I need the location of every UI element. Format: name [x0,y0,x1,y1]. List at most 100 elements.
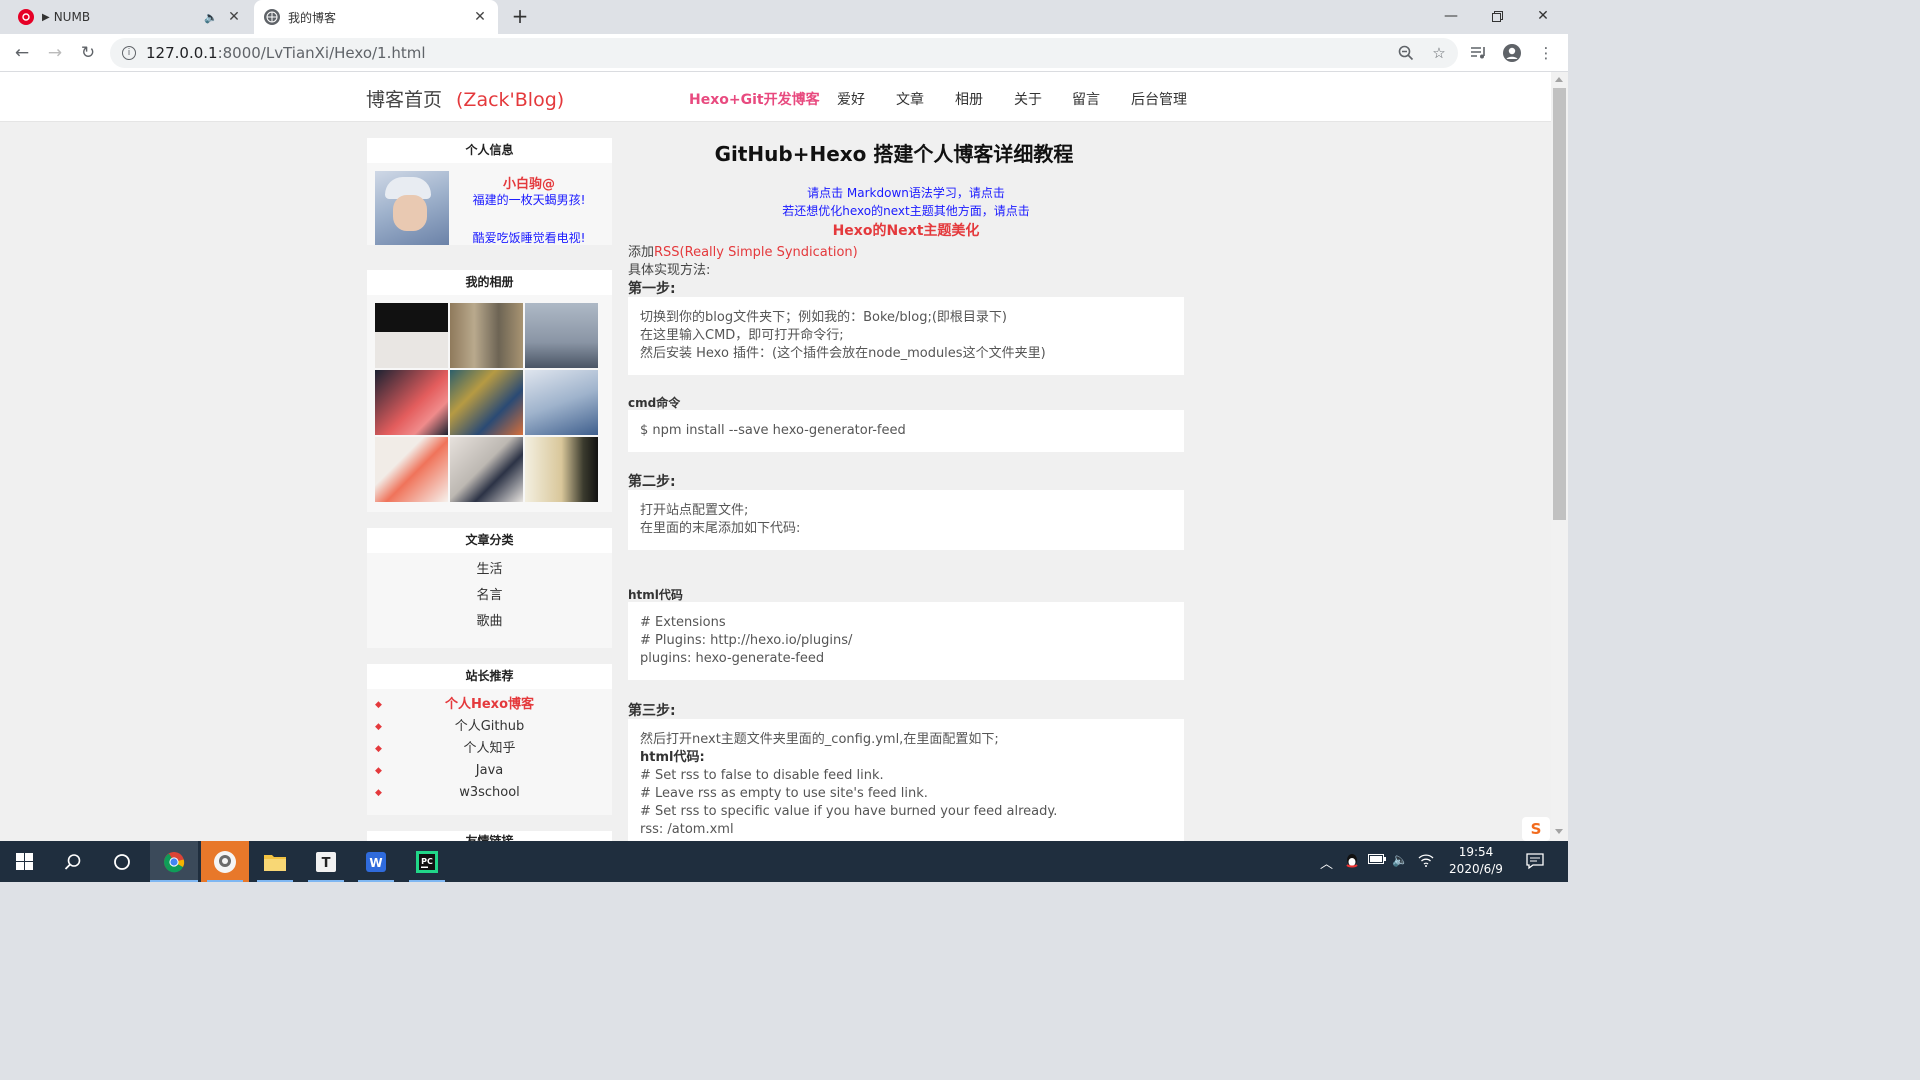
back-arrow-icon[interactable]: ← [9,40,35,66]
rss-link[interactable]: RSS(Really Simple Syndication) [654,245,858,260]
recommend-item[interactable]: ◆ 个人Github [367,716,612,738]
site-brand[interactable]: 博客首页 (Zack'Blog) [366,85,564,112]
menu-kebab-icon[interactable]: ⋮ [1536,43,1556,63]
new-tab-button[interactable]: + [508,5,532,29]
album-photo[interactable] [450,370,523,435]
close-window-button[interactable]: ✕ [1520,0,1566,32]
album-photo[interactable] [375,303,448,368]
close-icon[interactable]: ✕ [472,9,488,25]
markdown-link[interactable]: 请点击 Markdown语法学习，请点击 [628,184,1184,201]
tab-title: 我的博客 [288,10,337,25]
category-list: 生活 名言 歌曲 [367,553,612,635]
bullet-icon: ◆ [375,700,382,710]
task-view-icon[interactable] [98,841,146,882]
site-header: 博客首页 (Zack'Blog) Hexo+Git开发博客 爱好 文章 相册 关于… [0,72,1551,122]
method-line: 具体实现方法: [628,263,711,278]
recommend-label: Java [475,763,504,778]
address-bar[interactable]: i 127.0.0.1:8000/LvTianXi/Hexo/1.html [110,38,1458,68]
add-rss-line: 添加RSS(Really Simple Syndication) [628,241,858,260]
album-photo[interactable] [375,437,448,502]
scroll-up-icon[interactable] [1555,77,1563,82]
close-icon[interactable]: ✕ [226,9,242,25]
nav-message[interactable]: 留言 [1072,89,1100,109]
recommend-label: 个人Github [454,719,525,734]
album-photo[interactable] [450,303,523,368]
category-item[interactable]: 歌曲 [367,609,612,635]
site-info-icon[interactable]: i [122,46,136,60]
qq-icon[interactable] [1345,853,1359,873]
sogou-ime-icon[interactable]: S [1522,817,1550,841]
code-line: 然后打开next主题文件夹里面的_config.yml,在里面配置如下; [640,732,999,747]
profile-hobby: 酷爱吃饭睡觉看电视! [472,231,586,245]
cmd-label: cmd命令 [628,396,681,410]
next-theme-link[interactable]: Hexo的Next主题美化 [628,220,1184,240]
browser-toolbar: ← → ↻ i 127.0.0.1:8000/LvTianXi/Hexo/1.h… [0,34,1568,72]
windows-start-icon[interactable] [0,841,48,882]
scroll-down-icon[interactable] [1555,829,1563,834]
bookmark-star-icon[interactable]: ☆ [1429,43,1449,63]
html-box: # Extensions # Plugins: http://hexo.io/p… [628,602,1184,680]
links-card: 友情链接 [367,831,612,841]
zoom-icon[interactable] [1396,43,1416,63]
recommend-item[interactable]: ◆ 个人Hexo博客 [367,694,612,716]
category-card: 文章分类 生活 名言 歌曲 [367,528,612,648]
chrome-icon[interactable] [150,841,198,882]
globe-icon [264,9,280,25]
album-photo[interactable] [525,370,598,435]
album-photo[interactable] [450,437,523,502]
notification-icon[interactable] [1526,852,1544,874]
recommend-heading: 站长推荐 [367,664,612,689]
profile-body: 小白驹@ 福建的一枚天蝎男孩! 酷爱吃饭睡觉看电视! [367,163,612,245]
next-theme-link-text[interactable]: 若还想优化hexo的next主题其他方面，请点击 [628,202,1184,219]
brand-subtitle: (Zack'Blog) [456,89,565,111]
wifi-icon[interactable] [1418,853,1434,871]
profile-tagline: 福建的一枚天蝎男孩! [472,193,586,207]
links-heading: 友情链接 [367,831,612,841]
speaker-icon[interactable]: 🔈 [204,11,218,24]
restore-button[interactable] [1474,0,1520,32]
typora-icon[interactable]: T [302,841,350,882]
scrollbar-thumb[interactable] [1553,88,1566,520]
nav-about[interactable]: 关于 [1014,89,1042,109]
recommend-label: 个人Hexo博客 [444,697,534,712]
file-explorer-icon[interactable] [251,841,299,882]
search-icon[interactable] [49,841,97,882]
show-hidden-icons[interactable]: ︿ [1320,853,1333,872]
code-line: 然后安装 Hexo 插件：(这个插件会放在node_modules这个文件夹里) [640,346,1046,361]
code-line: # Plugins: http://hexo.io/plugins/ [640,633,853,648]
tab-numb[interactable]: ▶ NUMB 🔈 ✕ [8,0,252,34]
nav-articles[interactable]: 文章 [896,89,924,109]
recommend-item[interactable]: ◆ w3school [367,782,612,804]
category-heading: 文章分类 [367,528,612,553]
minimize-button[interactable]: — [1428,0,1474,32]
wps-writer-icon[interactable]: W [352,841,400,882]
category-item[interactable]: 名言 [367,583,612,609]
code-line: # Set rss to specific value if you have … [640,804,1058,819]
recommend-item[interactable]: ◆ Java [367,760,612,782]
nav-admin[interactable]: 后台管理 [1131,89,1187,109]
album-photo[interactable] [525,437,598,502]
battery-icon[interactable] [1368,853,1386,869]
step3-heading: 第三步: [628,703,676,719]
recommend-item[interactable]: ◆ 个人知乎 [367,738,612,760]
article-title: GitHub+Hexo 搭建个人博客详细教程 [714,142,1074,166]
code-line: 打开站点配置文件; [640,503,749,518]
reload-icon[interactable]: ↻ [75,40,101,66]
category-item[interactable]: 生活 [367,557,612,583]
media-control-icon[interactable] [1469,43,1489,63]
pycharm-icon[interactable]: PC [403,841,451,882]
album-photo[interactable] [525,303,598,368]
album-photo[interactable] [375,370,448,435]
tab-blog[interactable]: 我的博客 ✕ [254,0,498,34]
volume-icon[interactable]: 🔈 [1392,853,1408,868]
nav-hexo-git[interactable]: Hexo+Git开发博客 [689,89,820,109]
nav-album[interactable]: 相册 [955,89,983,109]
profile-icon[interactable] [1502,43,1522,63]
nav-hobby[interactable]: 爱好 [837,89,865,109]
cloud-music-icon[interactable] [201,841,249,882]
page-scrollbar[interactable] [1551,72,1568,841]
taskbar-clock[interactable]: 19:54 2020/6/9 [1446,844,1506,878]
forward-arrow-icon[interactable]: → [42,40,68,66]
cmd-box: $ npm install --save hexo-generator-feed [628,410,1184,452]
page-viewport: 博客首页 (Zack'Blog) Hexo+Git开发博客 爱好 文章 相册 关于… [0,72,1551,841]
